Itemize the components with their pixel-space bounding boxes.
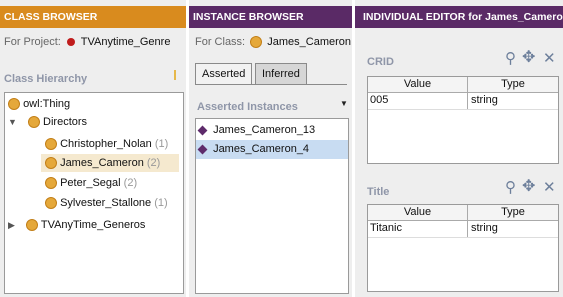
add-icon[interactable]: ✥: [522, 50, 535, 66]
instance-item[interactable]: James_Cameron_13: [196, 121, 348, 139]
instance-list: James_Cameron_13 James_Cameron_4: [195, 118, 349, 294]
cell-type[interactable]: string: [471, 222, 498, 234]
project-row: For Project: TVAnytime_Genre: [4, 36, 170, 48]
delete-icon[interactable]: ✕: [543, 180, 556, 195]
search-icon[interactable]: ⚲: [505, 51, 516, 66]
class-icon: [8, 98, 20, 111]
instance-item-selected[interactable]: James_Cameron_4: [196, 140, 348, 159]
project-icon: [66, 38, 75, 47]
instance-icon: [197, 144, 208, 155]
class-icon: [25, 219, 38, 232]
individual-editor-panel: INDIVIDUAL EDITOR for James_Cameron CRID…: [355, 0, 563, 297]
class-icon: [250, 36, 263, 49]
tree-item-james-cameron[interactable]: James_Cameron (2): [45, 154, 160, 172]
class-icon: [45, 197, 57, 210]
title-table: Value Type Titanic string: [367, 204, 559, 292]
cell-separator: [467, 93, 468, 109]
tab-strip-border: [195, 84, 347, 85]
project-label: For Project:: [4, 36, 61, 48]
column-header-value[interactable]: Value: [368, 205, 468, 220]
tree-item-christopher-nolan[interactable]: Christopher_Nolan (1): [45, 135, 168, 153]
tree-item-directors[interactable]: ▼ Directors: [8, 113, 87, 131]
table-row[interactable]: Titanic string: [368, 221, 558, 238]
hierarchy-more-icon[interactable]: [174, 70, 176, 80]
tree-item-peter-segal[interactable]: Peter_Segal (2): [45, 174, 137, 192]
class-name: James_Cameron: [267, 36, 352, 48]
tree-item-owl-thing[interactable]: owl:Thing: [8, 95, 70, 113]
delete-icon[interactable]: ✕: [543, 51, 556, 66]
individual-editor-header: INDIVIDUAL EDITOR for James_Cameron: [355, 6, 563, 28]
column-header-type[interactable]: Type: [468, 77, 558, 92]
asserted-instances-title: Asserted Instances: [197, 101, 298, 113]
title-section-title: Title: [367, 186, 390, 198]
cell-value[interactable]: 005: [370, 94, 388, 106]
instance-browser-header: INSTANCE BROWSER: [189, 6, 352, 28]
class-row: For Class: James_Cameron: [195, 36, 352, 49]
class-icon: [45, 157, 57, 170]
tab-inferred[interactable]: Inferred: [255, 63, 307, 84]
expand-arrow-down-icon[interactable]: ▼: [8, 117, 17, 127]
column-header-value[interactable]: Value: [368, 77, 468, 92]
class-browser-panel: CLASS BROWSER For Project: TVAnytime_Gen…: [0, 0, 186, 297]
class-browser-header: CLASS BROWSER: [0, 6, 186, 28]
search-icon[interactable]: ⚲: [505, 180, 516, 195]
cell-type[interactable]: string: [471, 94, 498, 106]
add-icon[interactable]: ✥: [522, 179, 535, 195]
dropdown-arrow-icon[interactable]: ▼: [340, 99, 348, 108]
column-header-type[interactable]: Type: [468, 205, 558, 220]
cell-value[interactable]: Titanic: [370, 222, 402, 234]
instance-icon: [197, 125, 208, 136]
table-row[interactable]: 005 string: [368, 93, 558, 110]
table-header: Value Type: [368, 77, 558, 93]
table-header: Value Type: [368, 205, 558, 221]
class-icon: [27, 116, 40, 129]
tree-item-tvanytime-generos[interactable]: ▶ TVAnyTime_Generos: [8, 216, 145, 234]
class-tree: owl:Thing ▼ Directors Christopher_Nolan …: [4, 92, 184, 294]
tree-item-sylvester-stallone[interactable]: Sylvester_Stallone (1): [45, 194, 168, 212]
cell-separator: [467, 221, 468, 237]
instance-browser-panel: INSTANCE BROWSER For Class: James_Camero…: [189, 0, 352, 297]
crid-table: Value Type 005 string: [367, 76, 559, 164]
class-icon: [45, 138, 57, 151]
expand-arrow-right-icon[interactable]: ▶: [8, 220, 15, 230]
class-label: For Class:: [195, 36, 246, 48]
tab-asserted[interactable]: Asserted: [195, 63, 253, 85]
crid-section-title: CRID: [367, 56, 394, 68]
project-name: TVAnytime_Genre: [80, 36, 171, 48]
class-icon: [45, 177, 57, 190]
class-hierarchy-title: Class Hierarchy: [4, 73, 88, 85]
